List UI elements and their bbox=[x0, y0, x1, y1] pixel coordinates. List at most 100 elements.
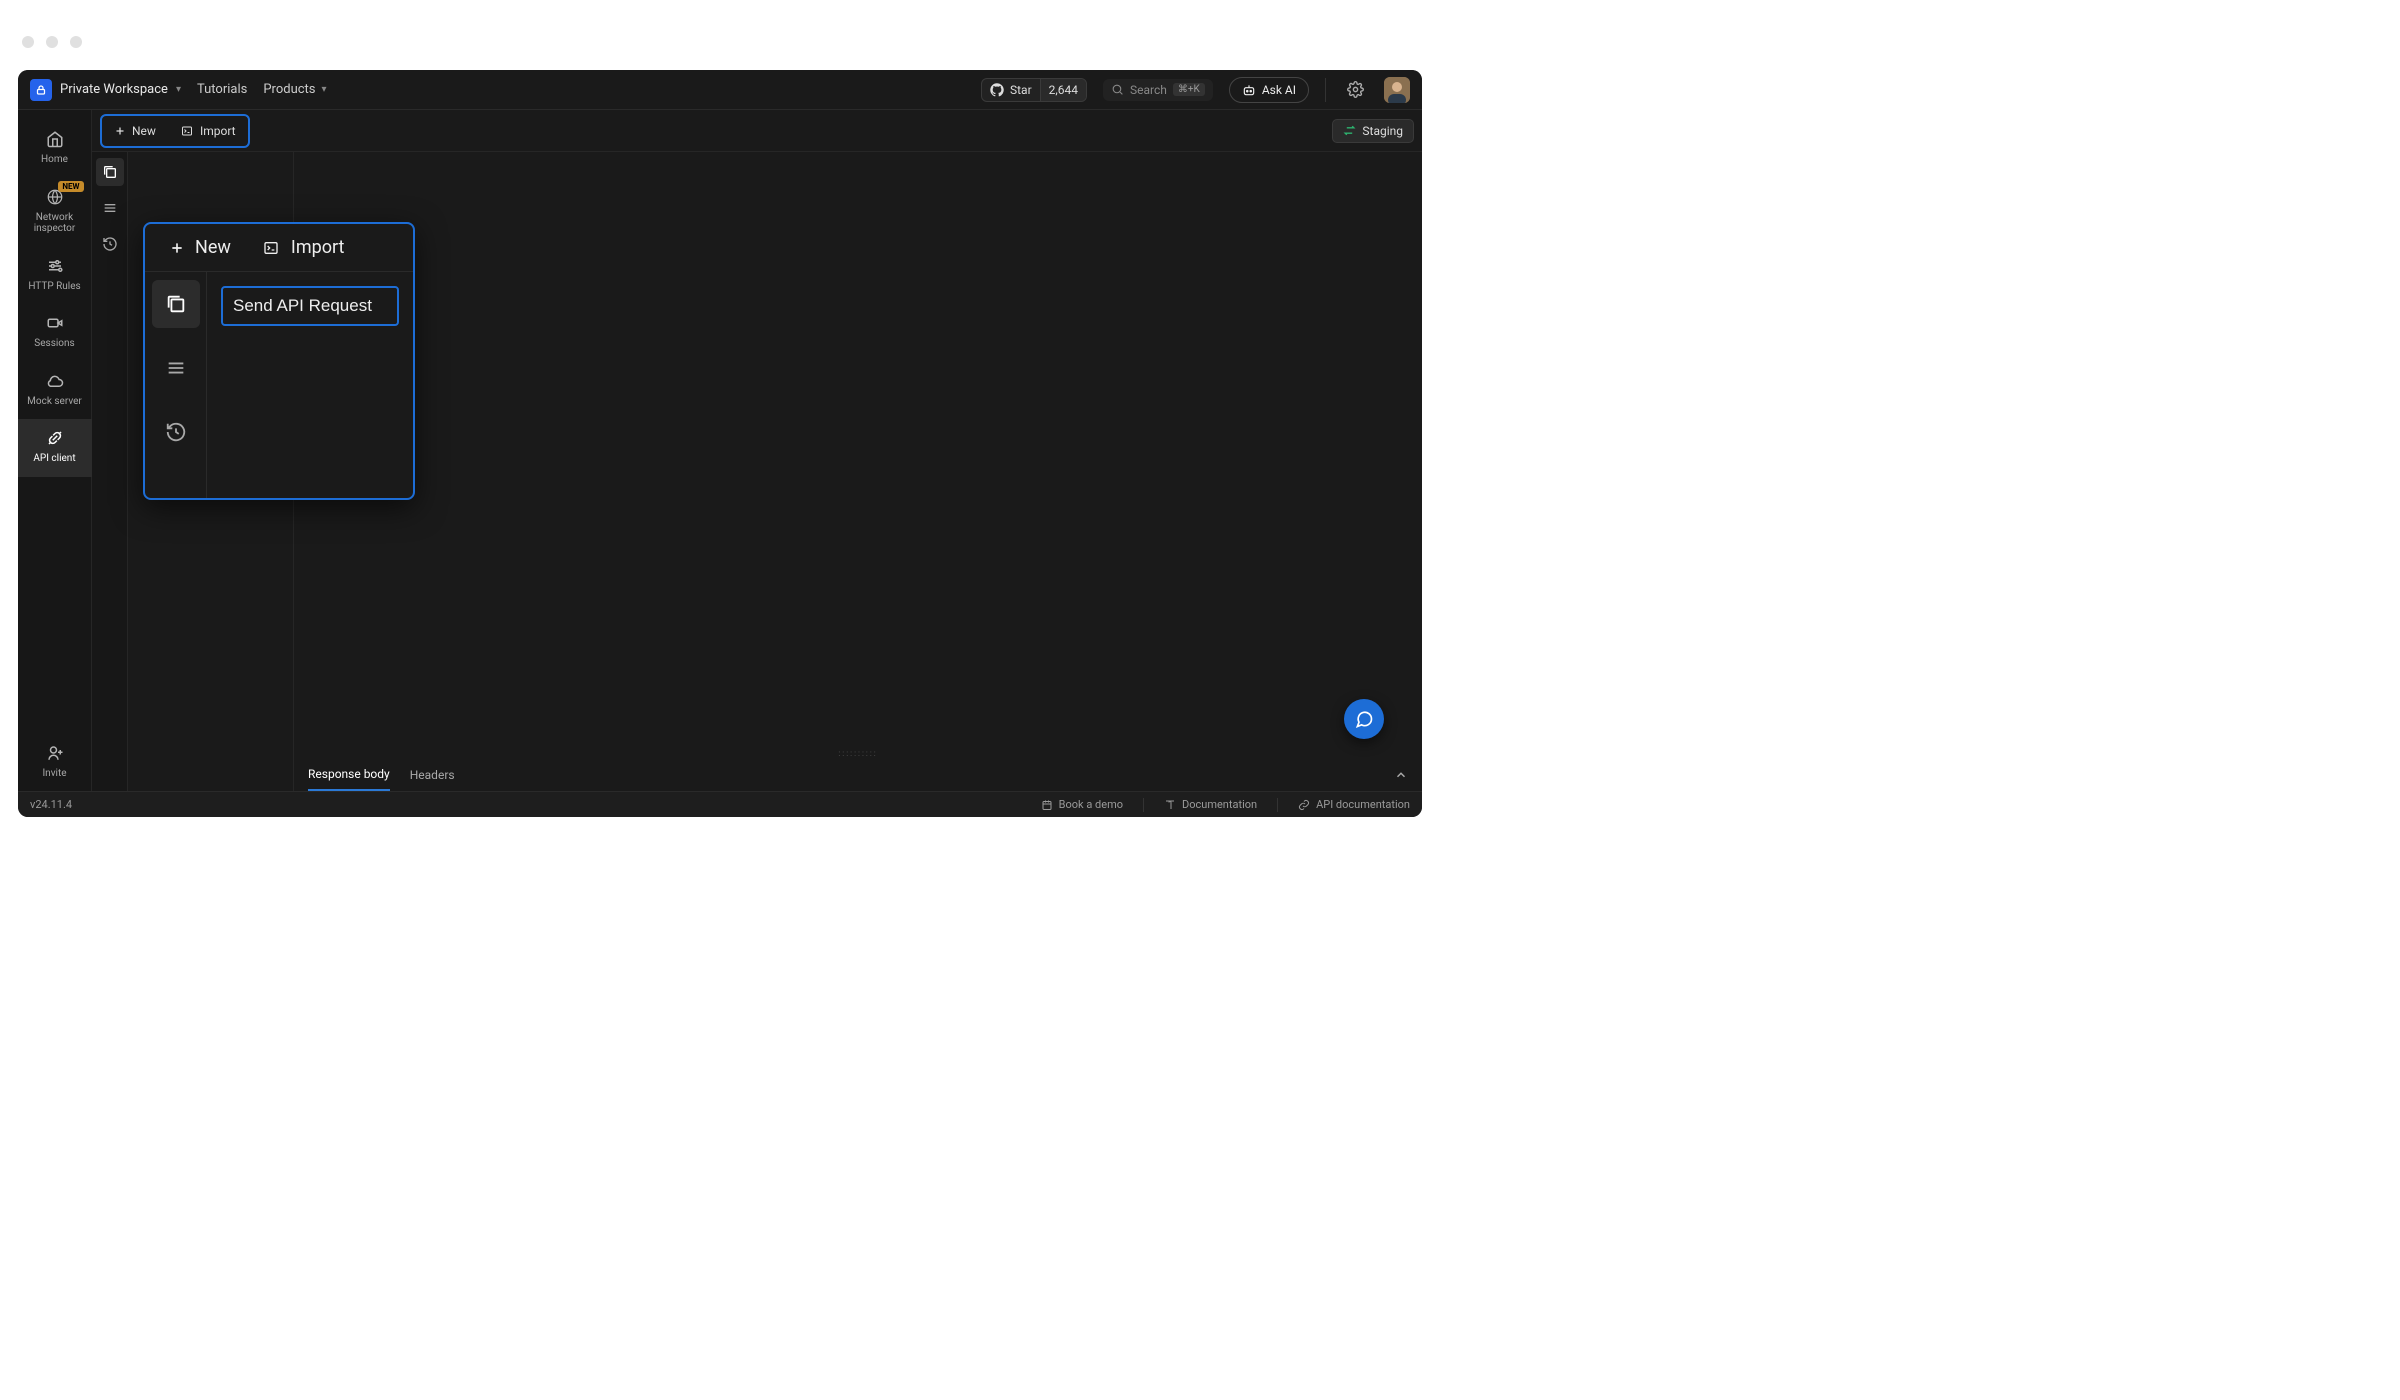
new-label: New bbox=[195, 237, 231, 258]
environment-label: Staging bbox=[1362, 124, 1403, 138]
search-placeholder: Search bbox=[1130, 83, 1167, 97]
popover-collections-tab[interactable] bbox=[152, 280, 200, 328]
search-icon bbox=[1111, 83, 1124, 96]
maximize-window-button[interactable] bbox=[70, 36, 82, 48]
collections-tab[interactable] bbox=[96, 158, 124, 186]
tab-response-headers[interactable]: Headers bbox=[410, 760, 455, 790]
sidebar-item-sessions[interactable]: Sessions bbox=[18, 304, 92, 362]
environment-selector[interactable]: Staging bbox=[1332, 119, 1414, 143]
sidebar-item-label: Network inspector bbox=[18, 212, 92, 235]
link-icon bbox=[1298, 799, 1310, 811]
statusbar: v24.11.4 Book a demo Documentation API d… bbox=[18, 791, 1422, 817]
lock-icon bbox=[30, 79, 52, 101]
secondary-toolbar: New Import Staging bbox=[92, 110, 1422, 152]
history-icon bbox=[102, 236, 118, 252]
products-menu[interactable]: Products ▾ bbox=[263, 82, 326, 97]
topbar: Private Workspace ▾ Tutorials Products ▾… bbox=[18, 70, 1422, 110]
api-documentation-link[interactable]: API documentation bbox=[1298, 798, 1410, 812]
request-pane: :::::::::: Response body Headers bbox=[294, 152, 1422, 791]
zoom-callout-popover: New Import bbox=[143, 222, 415, 500]
sidebar-item-label: HTTP Rules bbox=[24, 281, 84, 293]
new-button[interactable]: New bbox=[104, 120, 166, 142]
environments-tab[interactable] bbox=[96, 194, 124, 222]
history-icon bbox=[165, 421, 187, 443]
sidebar-item-label: Mock server bbox=[23, 396, 86, 408]
collection-title-input-highlight bbox=[221, 286, 399, 326]
sidebar-item-label: API client bbox=[29, 453, 79, 465]
new-button-large[interactable]: New bbox=[159, 231, 241, 264]
resize-handle[interactable]: :::::::::: bbox=[294, 747, 1422, 759]
sliders-icon bbox=[46, 257, 64, 275]
cloud-icon bbox=[46, 372, 64, 390]
collections-icon bbox=[102, 164, 118, 180]
search-input[interactable]: Search ⌘+K bbox=[1103, 79, 1213, 101]
plus-icon bbox=[114, 125, 126, 137]
plug-icon bbox=[46, 429, 64, 447]
window-traffic-lights bbox=[22, 36, 82, 48]
layers-icon bbox=[102, 200, 118, 216]
history-tab[interactable] bbox=[96, 230, 124, 258]
terminal-icon bbox=[180, 125, 194, 137]
workspace-label: Private Workspace bbox=[60, 82, 168, 97]
chevron-up-icon bbox=[1394, 768, 1408, 782]
sidebar-item-http-rules[interactable]: HTTP Rules bbox=[18, 247, 92, 305]
request-editor-area[interactable] bbox=[294, 152, 1422, 747]
version-label: v24.11.4 bbox=[30, 798, 72, 811]
import-label: Import bbox=[291, 237, 344, 258]
ask-ai-label: Ask AI bbox=[1262, 83, 1296, 97]
documentation-link[interactable]: Documentation bbox=[1164, 798, 1257, 812]
sidebar-item-network-inspector[interactable]: NEW Network inspector bbox=[18, 178, 92, 247]
video-icon bbox=[46, 314, 64, 332]
new-label: New bbox=[132, 124, 156, 138]
response-collapse-toggle[interactable] bbox=[1394, 768, 1408, 782]
book-demo-link[interactable]: Book a demo bbox=[1041, 798, 1123, 812]
avatar[interactable] bbox=[1384, 77, 1410, 103]
chevron-down-icon: ▾ bbox=[176, 84, 181, 95]
github-icon bbox=[990, 83, 1004, 97]
primary-sidebar: Home NEW Network inspector HTTP Rules Se… bbox=[18, 110, 92, 791]
sidebar-item-invite[interactable]: Invite bbox=[18, 734, 92, 792]
collection-title-input[interactable] bbox=[223, 288, 397, 324]
sidebar-item-home[interactable]: Home bbox=[18, 120, 92, 178]
api-client-tabs-rail bbox=[92, 152, 128, 791]
workspace-selector[interactable]: Private Workspace ▾ bbox=[30, 79, 181, 101]
search-shortcut: ⌘+K bbox=[1173, 83, 1205, 96]
import-button[interactable]: Import bbox=[170, 120, 246, 142]
import-label: Import bbox=[200, 124, 236, 138]
settings-button[interactable] bbox=[1342, 77, 1368, 103]
sidebar-item-label: Sessions bbox=[30, 338, 78, 350]
chevron-down-icon: ▾ bbox=[322, 84, 327, 95]
close-window-button[interactable] bbox=[22, 36, 34, 48]
plus-icon bbox=[169, 240, 185, 256]
popover-history-tab[interactable] bbox=[152, 408, 200, 456]
book-icon bbox=[1164, 799, 1176, 811]
home-icon bbox=[46, 130, 64, 148]
import-button-large[interactable]: Import bbox=[251, 231, 354, 264]
app-frame: Private Workspace ▾ Tutorials Products ▾… bbox=[18, 70, 1422, 817]
new-badge: NEW bbox=[58, 181, 83, 192]
github-star-button[interactable]: Star 2,644 bbox=[981, 78, 1087, 102]
new-import-group-highlight: New Import bbox=[100, 114, 250, 148]
sidebar-item-label: Home bbox=[37, 154, 72, 166]
chat-fab[interactable] bbox=[1344, 699, 1384, 739]
user-plus-icon bbox=[46, 744, 64, 762]
sidebar-item-mock-server[interactable]: Mock server bbox=[18, 362, 92, 420]
sidebar-item-label: Invite bbox=[38, 768, 70, 780]
terminal-icon bbox=[261, 240, 281, 256]
ask-ai-button[interactable]: Ask AI bbox=[1229, 77, 1309, 103]
minimize-window-button[interactable] bbox=[46, 36, 58, 48]
sidebar-item-api-client[interactable]: API client bbox=[18, 419, 92, 477]
response-tabs: Response body Headers bbox=[294, 759, 1422, 791]
tab-response-body[interactable]: Response body bbox=[308, 759, 390, 791]
gear-icon bbox=[1347, 81, 1364, 98]
tutorials-link[interactable]: Tutorials bbox=[197, 82, 247, 97]
chat-icon bbox=[1354, 709, 1374, 729]
popover-environments-tab[interactable] bbox=[152, 344, 200, 392]
layers-icon bbox=[165, 357, 187, 379]
products-label: Products bbox=[263, 82, 315, 97]
divider bbox=[1325, 78, 1326, 102]
calendar-icon bbox=[1041, 799, 1053, 811]
collections-icon bbox=[165, 293, 187, 315]
popover-header: New Import bbox=[145, 224, 413, 272]
github-star-count: 2,644 bbox=[1040, 79, 1086, 101]
